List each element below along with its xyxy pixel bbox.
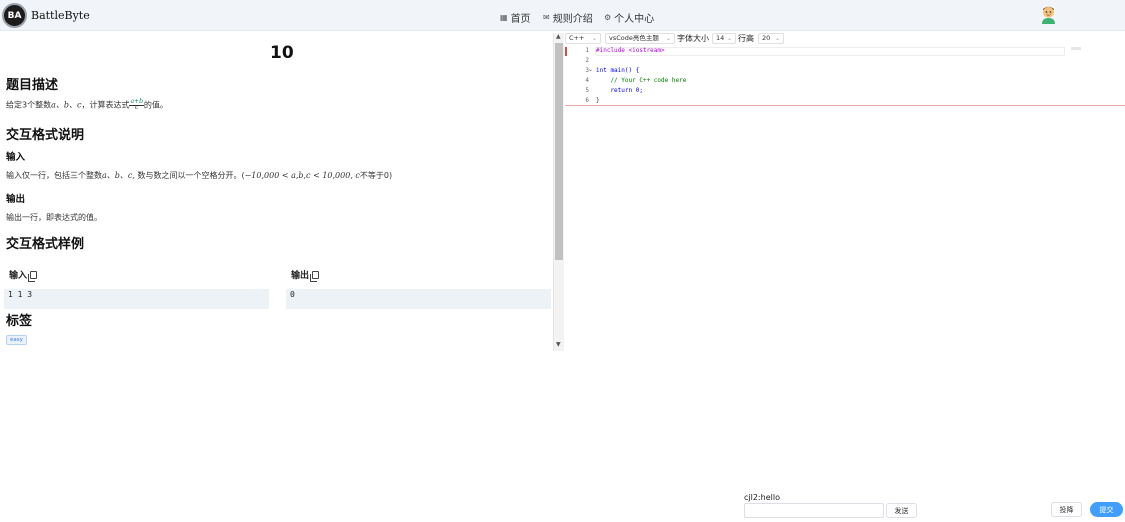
sample-heading: 交互格式样例 [6, 237, 85, 252]
code-area[interactable]: 1 #include <iostream> 2 3 ⌄ int main() {… [565, 46, 1125, 106]
line-number: 5 [585, 87, 589, 94]
problem-title: 10 [270, 43, 294, 63]
fold-chevron-icon[interactable]: ⌄ [588, 66, 593, 73]
editor-bottom-border [565, 105, 1125, 106]
nav-home[interactable]: ▦ 首页 [500, 10, 531, 25]
code-line-4: // Your C++ code here [596, 77, 686, 84]
desc-fraction: a+b c [129, 98, 144, 111]
sample-output-box: 0 [286, 289, 551, 309]
line-height-value: 20 [762, 34, 771, 42]
scroll-up-icon[interactable]: ▲ [556, 33, 561, 40]
description-text: 给定3个整数a、b、c，计算表达式a+b c 的值。 [6, 98, 168, 111]
chat-input[interactable] [744, 503, 884, 518]
problem-scrollbar[interactable]: ▲ ▼ [553, 33, 564, 351]
output-text: 输出一行，即表达式的值。 [6, 213, 102, 222]
theme-value: vsCode亮色主题 [609, 34, 659, 42]
preprocessor-token: #include <iostream> [596, 47, 665, 54]
comment-token: // Your C++ code here [596, 77, 687, 84]
code-line-5: return 0; [596, 87, 643, 94]
input-heading: 输入 [6, 152, 26, 163]
copy-icon[interactable] [28, 270, 38, 282]
nav-profile[interactable]: ⚙ 个人中心 [604, 10, 654, 25]
user-avatar[interactable] [1040, 5, 1057, 24]
sample-input-label-text: 输入 [9, 271, 28, 281]
code-text: int main() { [596, 67, 640, 74]
input-text-3: 不等于0) [359, 171, 393, 180]
sample-output-label-text: 输出 [291, 271, 310, 281]
input-text-2: 数与数之间以一个空格分开。( [134, 171, 245, 180]
sample-output-label: 输出 [291, 268, 320, 282]
code-line-6: } [596, 97, 600, 104]
frac-denominator: c [135, 104, 139, 111]
line-number: 2 [585, 57, 589, 64]
minimap[interactable] [1071, 47, 1081, 50]
code-line-1: #include <iostream> [596, 47, 665, 54]
output-heading: 输出 [6, 194, 26, 205]
top-navbar: BA BattleByte ▦ 首页 ✉ 规则介绍 ⚙ 个人中心 [0, 0, 1125, 31]
input-vars: a、b、c, [102, 171, 135, 180]
tag-badge[interactable]: easy [6, 335, 27, 345]
desc-vars: a、b、c [51, 100, 82, 110]
input-text: 输入仅一行，包括三个整数a、b、c, 数与数之间以一个空格分开。(−10,000… [6, 170, 392, 181]
scrollbar-thumb[interactable] [555, 43, 563, 260]
code-text: } [596, 97, 600, 104]
font-size-value: 14 [716, 34, 725, 42]
nav-profile-label: 个人中心 [614, 14, 655, 25]
send-button[interactable]: 发送 [886, 503, 917, 518]
input-math: −10,000 < a,b,c < 10,000, c [244, 171, 360, 180]
description-heading: 题目描述 [6, 78, 59, 93]
line-number: 1 [585, 47, 589, 54]
mail-icon: ✉ [543, 13, 550, 22]
code-editor-panel: C++ ⌄ vsCode亮色主题 ⌄ 字体大小 14 ⌄ 行高 20 ⌄ 1 #incl… [565, 33, 1125, 351]
cursor-line-marker [565, 47, 567, 56]
tags-heading: 标签 [6, 314, 33, 329]
desc-suffix: 的值。 [143, 100, 168, 110]
logo-text: BA [7, 10, 22, 21]
line-number: 4 [585, 77, 589, 84]
current-line-highlight [595, 47, 1065, 56]
desc-mid: ，计算表达式 [81, 100, 130, 110]
code-text: return 0; [596, 87, 643, 94]
language-value: C++ [569, 34, 585, 42]
chat-message: cjl2:hello [744, 493, 780, 502]
line-height-label: 行高 [738, 34, 754, 43]
scroll-down-icon[interactable]: ▼ [556, 341, 561, 348]
sample-input-label: 输入 [9, 268, 38, 282]
brand-name[interactable]: BattleByte [31, 9, 90, 22]
problem-panel: 10 题目描述 给定3个整数a、b、c，计算表达式a+b c 的值。 交互格式说明 … [0, 33, 553, 351]
theme-select[interactable]: vsCode亮色主题 ⌄ [605, 33, 675, 44]
line-number: 6 [585, 97, 589, 104]
nav-home-label: 首页 [510, 14, 531, 25]
line-height-select[interactable]: 20 ⌄ [758, 33, 784, 44]
surrender-button[interactable]: 投降 [1051, 502, 1082, 517]
chevron-down-icon: ⌄ [591, 35, 597, 42]
font-size-select[interactable]: 14 ⌄ [712, 33, 736, 44]
font-size-label: 字体大小 [677, 34, 709, 43]
chevron-down-icon: ⌄ [774, 35, 780, 42]
gear-icon: ⚙ [604, 13, 612, 22]
logo[interactable]: BA [2, 3, 27, 28]
nav-rules-label: 规则介绍 [552, 14, 593, 25]
desc-prefix: 给定3个整数 [6, 100, 52, 110]
input-text-1: 输入仅一行，包括三个整数 [6, 171, 102, 180]
language-select[interactable]: C++ ⌄ [565, 33, 601, 44]
code-line-3: int main() { [596, 67, 639, 74]
chevron-down-icon: ⌄ [726, 35, 732, 42]
nav-rules[interactable]: ✉ 规则介绍 [543, 10, 593, 25]
submit-button[interactable]: 提交 [1090, 502, 1123, 517]
grid-icon: ▦ [500, 13, 508, 22]
io-heading: 交互格式说明 [6, 128, 85, 143]
copy-icon[interactable] [310, 270, 320, 282]
sample-input-box: 1 1 3 [4, 289, 269, 309]
chevron-down-icon: ⌄ [665, 35, 671, 42]
